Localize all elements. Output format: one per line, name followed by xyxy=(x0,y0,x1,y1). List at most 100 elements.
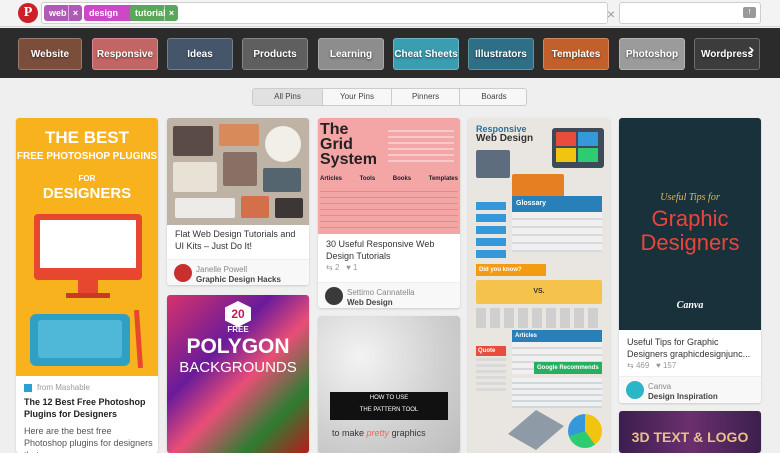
image-section: VS. xyxy=(476,280,602,304)
image-title: Grid xyxy=(320,136,353,153)
pin-image[interactable]: 20 FREE POLYGON BACKGROUNDS xyxy=(167,295,309,453)
monitor-illustration xyxy=(34,214,142,280)
image-text: pretty xyxy=(366,428,390,438)
pinner-name[interactable]: Settimo Cannatella xyxy=(347,288,415,297)
tag-label: tutorial xyxy=(135,8,166,18)
image-text: FREE xyxy=(227,325,249,334)
secondary-box[interactable]: ! xyxy=(619,2,761,24)
pin-image[interactable] xyxy=(167,118,309,225)
repin-icon: ⇆ xyxy=(326,263,333,272)
board-name[interactable]: Web Design xyxy=(347,298,393,307)
pin-card[interactable]: THE BEST FREE PHOTOSHOP PLUGINS FOR DESI… xyxy=(16,118,158,453)
image-title: System xyxy=(320,151,377,168)
tablet-illustration xyxy=(30,314,130,366)
image-section: Glossary xyxy=(512,196,602,212)
next-categories-icon[interactable]: › xyxy=(748,40,762,59)
pin-card[interactable]: 20 FREE POLYGON BACKGROUNDS xyxy=(167,295,309,453)
repin-icon: ⇆ xyxy=(627,361,634,370)
pinner-avatar[interactable] xyxy=(626,381,644,399)
search-tag-web[interactable]: web × xyxy=(44,5,82,21)
category-products[interactable]: Products xyxy=(242,38,308,70)
result-tabs: All Pins Your Pins Pinners Boards xyxy=(252,88,527,106)
image-title: Designers xyxy=(640,230,740,255)
tab-all-pins[interactable]: All Pins xyxy=(253,89,323,105)
image-title: The xyxy=(320,121,349,138)
pinner-name[interactable]: Janelle Powell xyxy=(196,265,247,274)
image-subheading: FREE PHOTOSHOP PLUGINS xyxy=(16,151,158,162)
pinterest-logo[interactable]: P xyxy=(18,3,38,23)
tab-boards[interactable]: Boards xyxy=(460,89,526,105)
search-box[interactable]: web × design × tutorial × × ≡ xyxy=(41,2,642,24)
pin-source[interactable]: from Mashable xyxy=(37,383,90,392)
category-illustrators[interactable]: Illustrators xyxy=(468,38,534,70)
image-heading: THE BEST xyxy=(44,128,130,147)
pin-image[interactable]: 3D TEXT & LOGO xyxy=(619,411,761,453)
category-responsive[interactable]: Responsive xyxy=(92,38,158,70)
tag-label: design xyxy=(89,8,119,18)
remove-tag-icon[interactable]: × xyxy=(164,5,178,21)
image-text: THE PATTERN TOOL xyxy=(359,407,419,413)
tab-pinners[interactable]: Pinners xyxy=(392,89,460,105)
like-count: 157 xyxy=(662,361,677,370)
image-section: Google Recommends xyxy=(534,362,602,374)
image-section: Articles xyxy=(512,330,602,342)
heart-icon: ♥ xyxy=(655,361,661,370)
source-icon xyxy=(24,384,32,392)
image-text: DESIGNERS xyxy=(42,185,132,202)
pin-image[interactable]: The Grid System Articles Tools Books Tem… xyxy=(318,118,460,234)
brand-text: Canva xyxy=(676,300,704,311)
pin-card[interactable]: Responsive Web Design Glossary Did you k… xyxy=(468,118,610,453)
pin-stats: ⇆ 2 ♥ 1 xyxy=(326,263,358,272)
pin-image[interactable]: THE BEST FREE PHOTOSHOP PLUGINS FOR DESI… xyxy=(16,118,158,376)
column-label: Books xyxy=(392,176,412,182)
like-count: 1 xyxy=(353,263,358,272)
image-columns: Articles Tools Books Templates xyxy=(320,176,458,182)
image-title: 3D TEXT & LOGO xyxy=(631,429,749,445)
pin-title: The 12 Best Free Photoshop Plugins for D… xyxy=(24,397,146,419)
category-templates[interactable]: Templates xyxy=(543,38,609,70)
pin-card[interactable]: 3D TEXT & LOGO xyxy=(619,411,761,453)
pin-attribution[interactable]: Settimo Cannatella Web Design xyxy=(318,282,460,308)
pin-image[interactable]: Useful Tips for Graphic Designers Canva xyxy=(619,118,761,330)
image-text: to make xyxy=(332,428,365,438)
category-cheat-sheets[interactable]: Cheat Sheets xyxy=(393,38,459,70)
pin-attribution[interactable]: Janelle Powell Graphic Design Hacks xyxy=(167,259,309,285)
category-ideas[interactable]: Ideas xyxy=(167,38,233,70)
board-name[interactable]: Graphic Design Hacks xyxy=(196,275,281,284)
pinner-avatar[interactable] xyxy=(174,264,192,282)
search-tag-tutorial[interactable]: tutorial × xyxy=(130,5,178,21)
pin-attribution[interactable]: Canva Design Inspiration xyxy=(619,376,761,403)
column-label: Templates xyxy=(428,176,458,182)
category-bar: Website Responsive Ideas Products Learni… xyxy=(0,28,780,78)
heart-icon: ♥ xyxy=(346,263,351,272)
category-photoshop[interactable]: Photoshop xyxy=(619,38,685,70)
image-title: POLYGON xyxy=(186,335,290,358)
pin-description: Here are the best free Photoshop plugins… xyxy=(24,426,153,453)
top-bar: P web × design × tutorial × × ≡ ! xyxy=(0,0,780,27)
pin-card[interactable]: Useful Tips for Graphic Designers Canva … xyxy=(619,118,761,403)
remove-tag-icon[interactable]: × xyxy=(68,5,82,21)
tab-your-pins[interactable]: Your Pins xyxy=(323,89,392,105)
pin-stats: ⇆ 469 ♥ 157 xyxy=(627,361,676,370)
pin-card[interactable]: HOW TO USE THE PATTERN TOOL to make pret… xyxy=(318,316,460,453)
category-website[interactable]: Website xyxy=(18,38,82,70)
pin-description: 30 Useful Responsive Web Design Tutorial… xyxy=(326,239,435,261)
pin-card[interactable]: The Grid System Articles Tools Books Tem… xyxy=(318,118,460,308)
image-banner: HOW TO USE THE PATTERN TOOL xyxy=(330,392,448,420)
notification-icon[interactable]: ! xyxy=(743,7,756,18)
image-title: Graphic xyxy=(651,206,729,231)
image-section: Did you know? xyxy=(476,264,546,276)
image-text: Useful Tips for xyxy=(660,192,720,203)
pin-description: Useful Tips for Graphic Designers graphi… xyxy=(627,337,751,359)
pinner-avatar[interactable] xyxy=(325,287,343,305)
clear-search-icon[interactable]: × xyxy=(607,6,615,22)
image-section: Quote xyxy=(476,346,506,356)
repin-count: 469 xyxy=(635,361,650,370)
pinner-name[interactable]: Canva xyxy=(648,382,671,391)
category-learning[interactable]: Learning xyxy=(318,38,384,70)
pin-image[interactable]: Responsive Web Design Glossary Did you k… xyxy=(468,118,610,453)
pin-image[interactable]: HOW TO USE THE PATTERN TOOL to make pret… xyxy=(318,316,460,453)
pin-card[interactable]: Flat Web Design Tutorials and UI Kits – … xyxy=(167,118,309,285)
board-name[interactable]: Design Inspiration xyxy=(648,392,718,401)
image-text: HOW TO USE xyxy=(369,395,409,401)
